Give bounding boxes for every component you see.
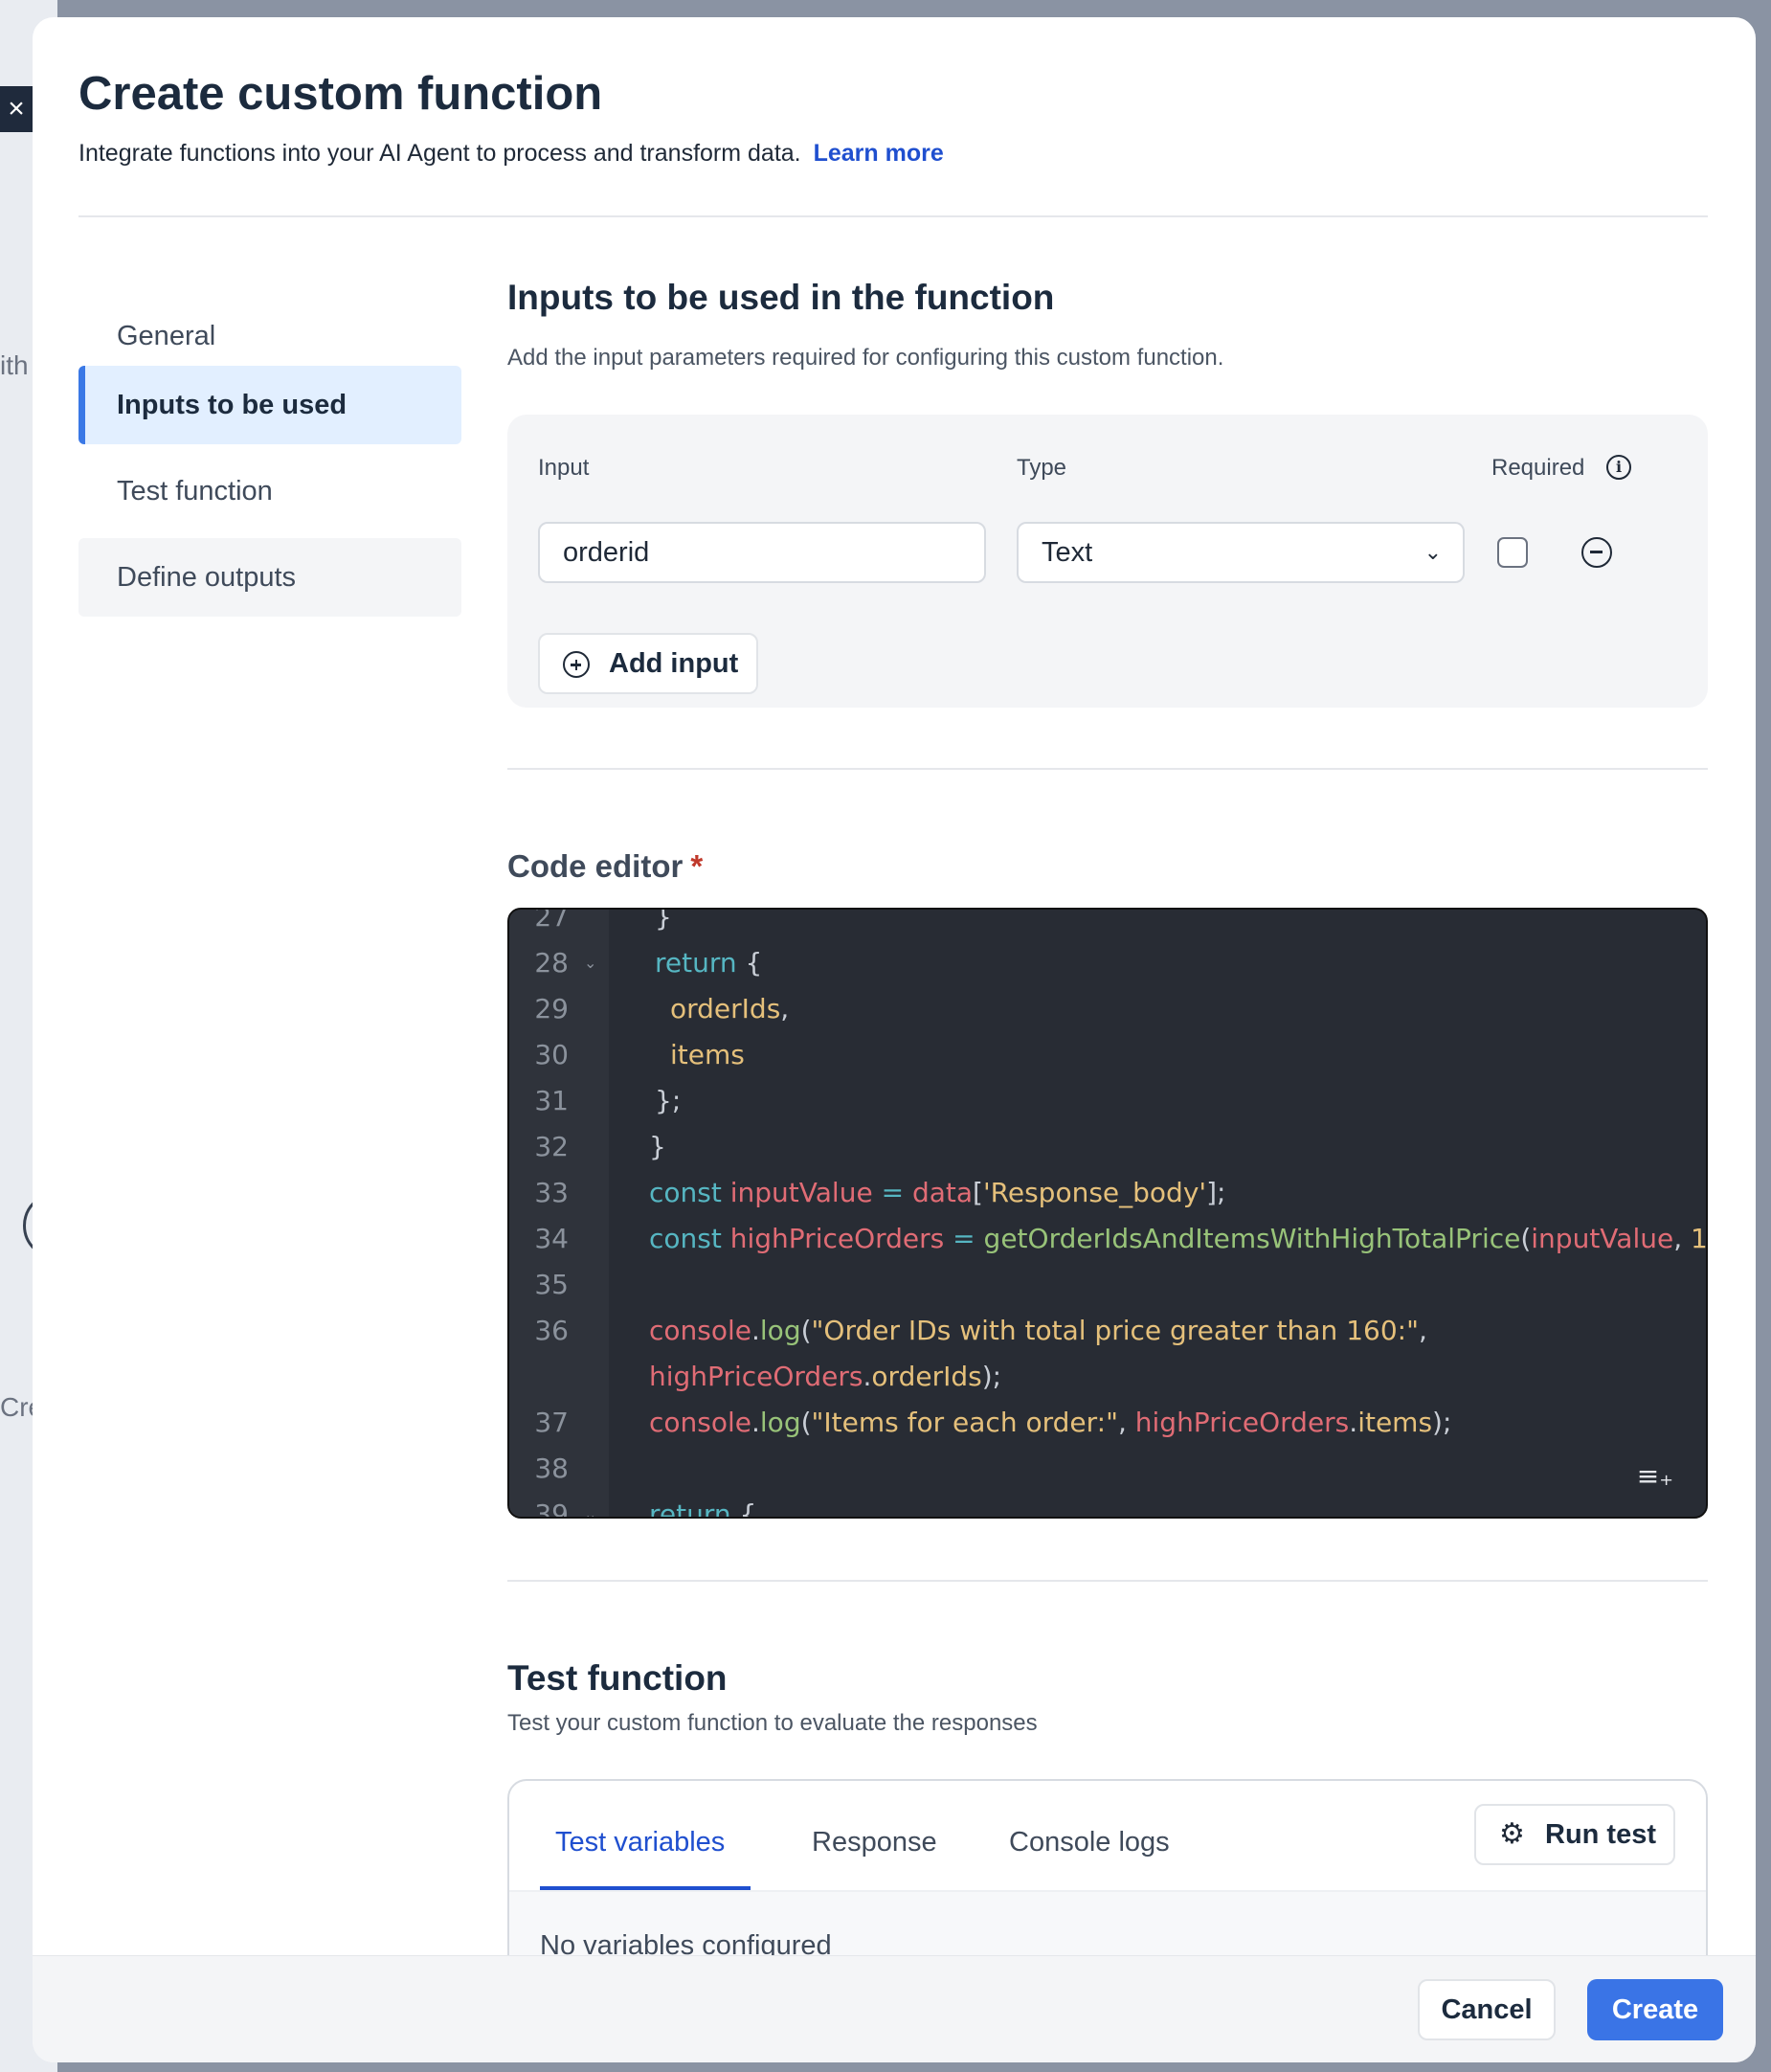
tab-response[interactable]: Response <box>812 1827 937 1858</box>
inputs-section-title: Inputs to be used in the function <box>507 278 1055 317</box>
code-line: 32} <box>534 1131 666 1162</box>
code-line: 30 items <box>534 1039 745 1070</box>
code-line: 33 const inputValue = data['Response_body… <box>534 1177 1226 1208</box>
code-editor[interactable]: 27} 28 ⌄ return { 29 orderIds, 30 items 31};… <box>507 908 1708 1519</box>
modal-subtitle-text: Integrate functions into your AI Agent t… <box>78 140 801 167</box>
code-line: 27} <box>534 908 672 933</box>
nav-item-define-outputs[interactable]: Define outputs <box>78 538 461 617</box>
input-type-select[interactable]: Text ⌄ <box>1017 522 1465 583</box>
fold-chevron-icon[interactable]: ⌄ <box>584 1492 596 1517</box>
active-tab-indicator <box>540 1886 751 1890</box>
word-wrap-icon[interactable]: ≡₊ <box>1637 1460 1673 1492</box>
code-editor-label: Code editor * <box>507 848 703 885</box>
column-header-required: Required <box>1491 455 1585 481</box>
test-section-title: Test function <box>507 1658 728 1698</box>
learn-more-link[interactable]: Learn more <box>814 140 944 167</box>
run-test-label: Run test <box>1545 1819 1656 1850</box>
cancel-button[interactable]: Cancel <box>1418 1979 1556 2040</box>
add-input-button[interactable]: Add input <box>538 633 758 694</box>
close-icon[interactable]: × <box>0 86 33 132</box>
column-header-input: Input <box>538 455 590 481</box>
section-divider <box>507 768 1708 770</box>
code-line: 39 ⌄ return { <box>509 1492 1706 1517</box>
modal-title: Create custom function <box>78 68 603 120</box>
input-name-field[interactable]: orderid <box>538 522 986 583</box>
code-line: 36 console.log("Order IDs with total pric… <box>534 1315 1427 1346</box>
code-lines: 27} 28 ⌄ return { 29 orderIds, 30 items 31};… <box>509 908 1708 1517</box>
nav-item-general[interactable]: General <box>78 297 461 375</box>
inputs-section-description: Add the input parameters required for co… <box>507 345 1224 371</box>
code-editor-label-text: Code editor <box>507 848 684 884</box>
fold-chevron-icon[interactable]: ⌄ <box>584 940 596 986</box>
plus-circle-icon <box>563 651 590 678</box>
required-checkbox[interactable] <box>1497 537 1528 568</box>
code-line: 37 console.log("Items for each order:", h… <box>534 1407 1452 1438</box>
code-line: highPriceOrders.orderIds); <box>649 1361 1002 1392</box>
create-button[interactable]: Create <box>1587 1979 1723 2040</box>
code-line: 35 <box>534 1269 569 1300</box>
modal-subtitle: Integrate functions into your AI Agent t… <box>78 140 944 168</box>
code-line: 34 const highPriceOrders = getOrderIdsAnd… <box>534 1223 1708 1254</box>
inputs-panel: Input Type Required i orderid Text ⌄ Add… <box>507 415 1708 708</box>
code-line: 28 ⌄ return { <box>509 940 1706 986</box>
gear-icon: ⚙ <box>1499 1818 1525 1850</box>
tab-test-variables[interactable]: Test variables <box>555 1827 725 1858</box>
nav-item-test-function[interactable]: Test function <box>78 452 461 530</box>
tab-console-logs[interactable]: Console logs <box>1009 1827 1170 1858</box>
create-custom-function-modal: Create custom function Integrate functio… <box>33 17 1756 2062</box>
background-top <box>0 0 1771 17</box>
run-test-button[interactable]: ⚙ Run test <box>1474 1804 1675 1865</box>
column-header-type: Type <box>1017 455 1067 481</box>
add-input-label: Add input <box>609 648 739 679</box>
modal-footer: Cancel Create <box>33 1955 1756 2062</box>
info-icon[interactable]: i <box>1606 455 1631 480</box>
code-line: 38 <box>534 1453 569 1484</box>
background-text-fragment: ith <box>0 350 29 380</box>
remove-input-icon[interactable] <box>1581 537 1612 568</box>
chevron-down-icon: ⌄ <box>1424 540 1442 564</box>
required-asterisk: * <box>690 848 704 884</box>
header-divider <box>78 215 1708 217</box>
code-line: 31}; <box>534 1085 682 1116</box>
section-divider <box>507 1580 1708 1582</box>
nav-item-inputs[interactable]: Inputs to be used <box>78 366 461 444</box>
code-line: 29 orderIds, <box>534 993 790 1025</box>
input-type-value: Text <box>1042 537 1093 568</box>
test-section-description: Test your custom function to evaluate th… <box>507 1710 1038 1736</box>
